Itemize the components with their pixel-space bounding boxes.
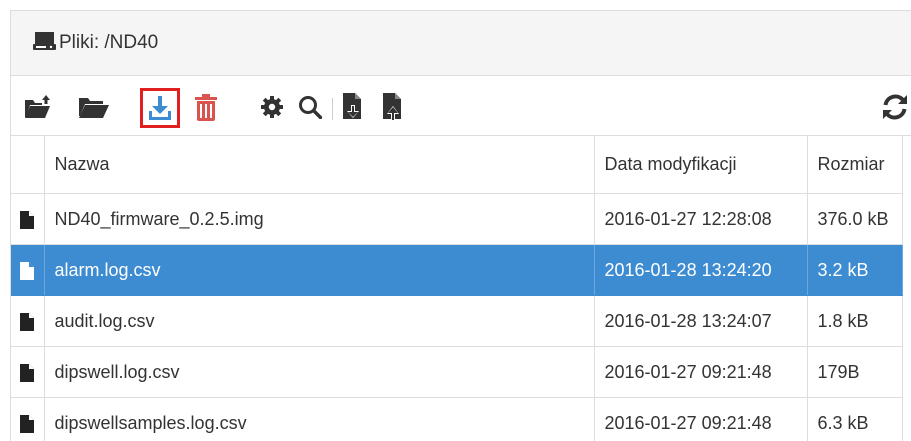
file-modified: 2016-01-27 09:21:48 bbox=[594, 397, 808, 441]
file-icon bbox=[20, 210, 35, 229]
refresh-button[interactable] bbox=[881, 92, 909, 122]
file-size: 3.2 kB bbox=[807, 244, 903, 296]
file-icon-cell bbox=[11, 244, 45, 296]
file-name: audit.log.csv bbox=[44, 295, 595, 347]
gear-icon bbox=[261, 96, 283, 118]
file-icon bbox=[20, 363, 35, 382]
file-icon-cell bbox=[11, 346, 45, 398]
table-row[interactable]: dipswellsamples.log.csv 2016-01-27 09:21:… bbox=[11, 397, 903, 441]
download-button[interactable] bbox=[145, 93, 175, 123]
search-icon bbox=[299, 96, 322, 119]
table-row[interactable]: alarm.log.csv 2016-01-28 13:24:20 3.2 kB bbox=[11, 244, 903, 296]
column-header-modified[interactable]: Data modyfikacji bbox=[594, 136, 808, 194]
file-upload-icon bbox=[383, 92, 401, 122]
page-title: Pliki: /ND40 bbox=[59, 32, 159, 53]
open-folder-button[interactable] bbox=[77, 94, 111, 120]
file-table: Nazwa Data modyfikacji Rozmiar ND40_firm… bbox=[11, 136, 903, 441]
panel-header: Pliki: /ND40 bbox=[11, 11, 911, 76]
file-modified: 2016-01-27 12:28:08 bbox=[594, 193, 808, 245]
download-icon bbox=[149, 96, 171, 120]
file-manager-panel: Pliki: /ND40 Nazwa Data modyfikacji Rozm… bbox=[10, 10, 911, 441]
file-icon-cell bbox=[11, 193, 45, 245]
file-download-button[interactable] bbox=[340, 91, 366, 123]
file-name: dipswellsamples.log.csv bbox=[44, 397, 595, 441]
upload-folder-icon bbox=[25, 95, 50, 118]
column-header-size[interactable]: Rozmiar bbox=[807, 136, 903, 194]
file-icon bbox=[20, 414, 35, 433]
refresh-icon bbox=[883, 94, 907, 120]
file-size: 6.3 kB bbox=[807, 397, 903, 441]
trash-icon bbox=[195, 93, 217, 121]
table-header-row: Nazwa Data modyfikacji Rozmiar bbox=[11, 136, 903, 194]
toolbar bbox=[11, 76, 911, 136]
file-icon bbox=[20, 261, 35, 280]
file-modified: 2016-01-28 13:24:20 bbox=[594, 244, 808, 296]
file-size: 1.8 kB bbox=[807, 295, 903, 347]
file-name: alarm.log.csv bbox=[44, 244, 595, 296]
file-icon bbox=[20, 312, 35, 331]
table-row[interactable]: ND40_firmware_0.2.5.img 2016-01-27 12:28:… bbox=[11, 193, 903, 245]
file-modified: 2016-01-27 09:21:48 bbox=[594, 346, 808, 398]
column-header-icon bbox=[11, 136, 45, 194]
table-row[interactable]: audit.log.csv 2016-01-28 13:24:07 1.8 kB bbox=[11, 295, 903, 347]
toolbar-separator bbox=[332, 98, 333, 120]
file-download-icon bbox=[343, 92, 361, 119]
folder-open-icon bbox=[79, 98, 109, 118]
file-name: ND40_firmware_0.2.5.img bbox=[44, 193, 595, 245]
upload-folder-button[interactable] bbox=[23, 94, 53, 120]
file-name: dipswell.log.csv bbox=[44, 346, 595, 398]
file-modified: 2016-01-28 13:24:07 bbox=[594, 295, 808, 347]
column-header-name[interactable]: Nazwa bbox=[44, 136, 595, 194]
hdd-icon bbox=[33, 32, 56, 50]
settings-button[interactable] bbox=[258, 93, 286, 121]
file-size: 179B bbox=[807, 346, 903, 398]
search-button[interactable] bbox=[296, 93, 324, 121]
delete-button[interactable] bbox=[191, 92, 221, 122]
file-icon-cell bbox=[11, 295, 45, 347]
table-row[interactable]: dipswell.log.csv 2016-01-27 09:21:48 179B bbox=[11, 346, 903, 398]
file-upload-button[interactable] bbox=[380, 91, 406, 123]
file-size: 376.0 kB bbox=[807, 193, 903, 245]
file-icon-cell bbox=[11, 397, 45, 441]
